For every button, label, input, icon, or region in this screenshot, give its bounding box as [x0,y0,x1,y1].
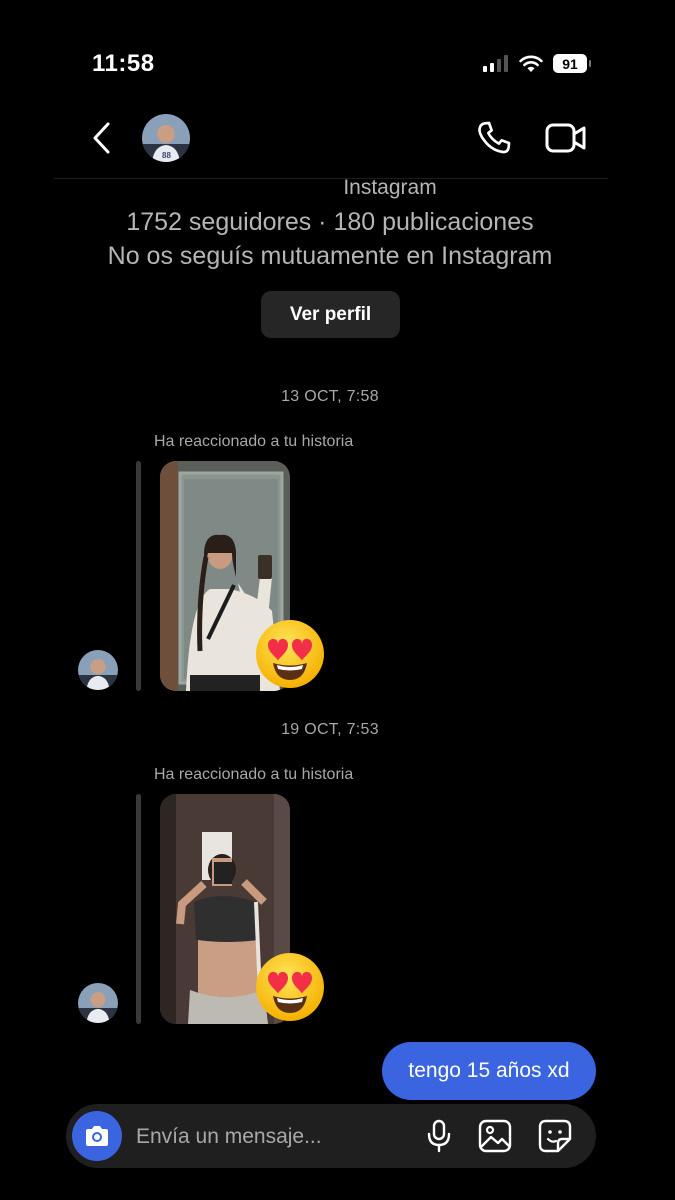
gallery-button[interactable] [477,1118,513,1154]
sticker-icon [538,1119,572,1153]
sent-message-bubble[interactable]: tengo 15 años xd [382,1042,596,1100]
status-time: 11:58 [92,50,155,77]
dm-screen: 11:58 91 88 Instagram 1752 seguidores · … [0,0,675,1200]
profile-mutual-status: No os seguís mutuamente en Instagram [107,242,553,270]
wifi-icon [519,55,543,72]
view-profile-button[interactable]: Ver perfil [261,291,400,338]
svg-text:88: 88 [162,151,171,160]
heart-eyes-emoji-icon [256,953,324,1021]
cellular-signal-icon [483,55,508,72]
contact-avatar[interactable]: 88 [142,114,190,162]
sender-avatar[interactable] [78,650,118,690]
call-button[interactable] [474,118,514,158]
video-camera-icon [545,123,586,153]
gallery-icon [478,1119,512,1153]
profile-stats: 1752 seguidores · 180 publicaciones [126,208,534,236]
profile-network: Instagram [343,176,437,199]
battery-level: 91 [562,55,578,72]
camera-button[interactable] [72,1111,122,1161]
chevron-left-icon [93,122,110,154]
status-icons: 91 [483,54,591,73]
microphone-button[interactable] [421,1118,457,1154]
reply-quote-bar [136,461,141,691]
message-timestamp: 13 OCT, 7:58 [281,388,379,405]
phone-icon [478,121,511,154]
message-timestamp: 19 OCT, 7:53 [281,721,379,738]
reply-quote-bar [136,794,141,1024]
story-reaction-label: Ha reaccionado a tu historia [154,433,354,450]
heart-eyes-emoji-reaction [254,951,326,1023]
back-button[interactable] [84,118,120,158]
heart-eyes-emoji-reaction [254,618,326,690]
sticker-button[interactable] [537,1118,573,1154]
message-input[interactable] [136,1122,406,1152]
video-call-button[interactable] [544,118,588,158]
heart-eyes-emoji-icon [256,620,324,688]
battery-icon: 91 [553,54,591,73]
camera-icon [86,1126,108,1146]
story-reaction-label: Ha reaccionado a tu historia [154,766,354,783]
sender-avatar[interactable] [78,983,118,1023]
microphone-icon [427,1119,451,1153]
